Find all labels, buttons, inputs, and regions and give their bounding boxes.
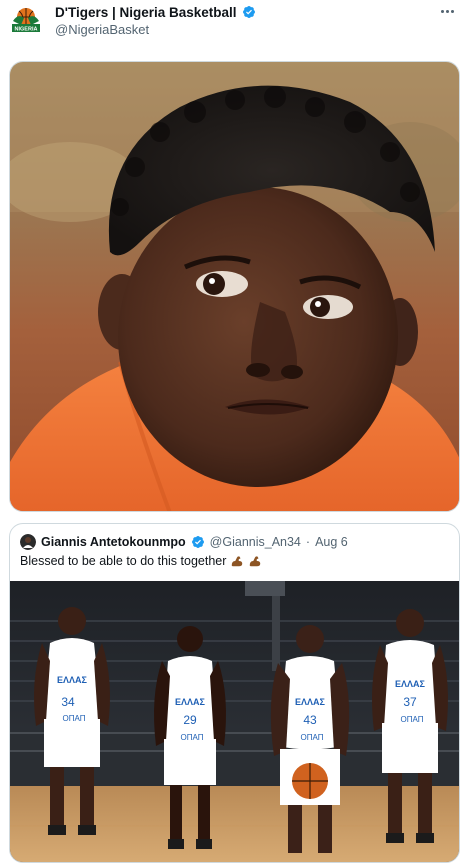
jersey-sponsor-text: OПАП — [63, 714, 86, 723]
more-dot — [450, 9, 454, 13]
verified-badge-icon — [242, 6, 255, 18]
tweet: NIGERIA D'Tigers | Nigeria Basketball @N… — [0, 0, 469, 867]
dtigers-logo-icon: NIGERIA — [9, 5, 43, 35]
author-name-row: D'Tigers | Nigeria Basketball — [55, 3, 256, 21]
quoted-tweet[interactable]: Giannis Antetokounmpo @Giannis_An34 · Au… — [9, 523, 460, 863]
boy-photo-image — [10, 62, 459, 511]
author-name[interactable]: D'Tigers | Nigeria Basketball — [55, 5, 237, 20]
quoted-tweet-date[interactable]: Aug 6 — [315, 535, 348, 549]
quoted-tweet-photo[interactable]: ΕΛΛΑΣ 34 OПАП ΕΛΛΑΣ 29 OПАП ΕΛΛΑΣ 43 OПА… — [10, 581, 459, 862]
logo-text: NIGERIA — [15, 27, 38, 33]
verified-badge-icon — [191, 536, 204, 548]
jersey-sponsor-text: OПАП — [401, 715, 424, 724]
jersey-sponsor-text: OПАП — [181, 733, 204, 742]
more-dot — [445, 9, 449, 13]
jersey-number: 34 — [61, 695, 75, 709]
jersey-sponsor-text: OПАП — [301, 733, 324, 742]
quoted-author-handle[interactable]: @Giannis_An34 — [210, 535, 301, 549]
jersey-team-text: ΕΛΛΑΣ — [175, 697, 206, 707]
more-options-button[interactable] — [437, 4, 457, 18]
greek-team-photo-image: ΕΛΛΑΣ 34 OПАП ΕΛΛΑΣ 29 OПАП ΕΛΛΑΣ 43 OПА… — [10, 581, 459, 862]
quoted-author-name[interactable]: Giannis Antetokounmpo — [41, 535, 186, 549]
author-block: D'Tigers | Nigeria Basketball @NigeriaBa… — [55, 3, 256, 37]
quoted-tweet-header: Giannis Antetokounmpo @Giannis_An34 · Au… — [20, 533, 348, 551]
tweet-photo[interactable] — [9, 61, 460, 512]
quoted-author-avatar[interactable] — [20, 534, 36, 550]
more-dot — [440, 9, 444, 13]
flexed-biceps-emoji-icon — [250, 556, 261, 567]
flexed-biceps-emoji-icon — [232, 556, 243, 567]
author-handle[interactable]: @NigeriaBasket — [55, 22, 256, 37]
jersey-team-text: ΕΛΛΑΣ — [57, 675, 88, 685]
tweet-header: NIGERIA D'Tigers | Nigeria Basketball @N… — [0, 0, 469, 44]
jersey-team-text: ΕΛΛΑΣ — [295, 697, 326, 707]
quoted-tweet-body: Blessed to be able to do this together — [20, 554, 227, 568]
giannis-avatar-icon — [20, 534, 36, 550]
quoted-tweet-text: Blessed to be able to do this together — [20, 554, 262, 568]
jersey-team-text: ΕΛΛΑΣ — [395, 679, 426, 689]
jersey-number: 29 — [183, 713, 197, 727]
separator-dot: · — [305, 535, 311, 549]
jersey-number: 37 — [403, 695, 417, 709]
author-avatar[interactable]: NIGERIA — [9, 5, 43, 35]
jersey-number: 43 — [303, 713, 317, 727]
